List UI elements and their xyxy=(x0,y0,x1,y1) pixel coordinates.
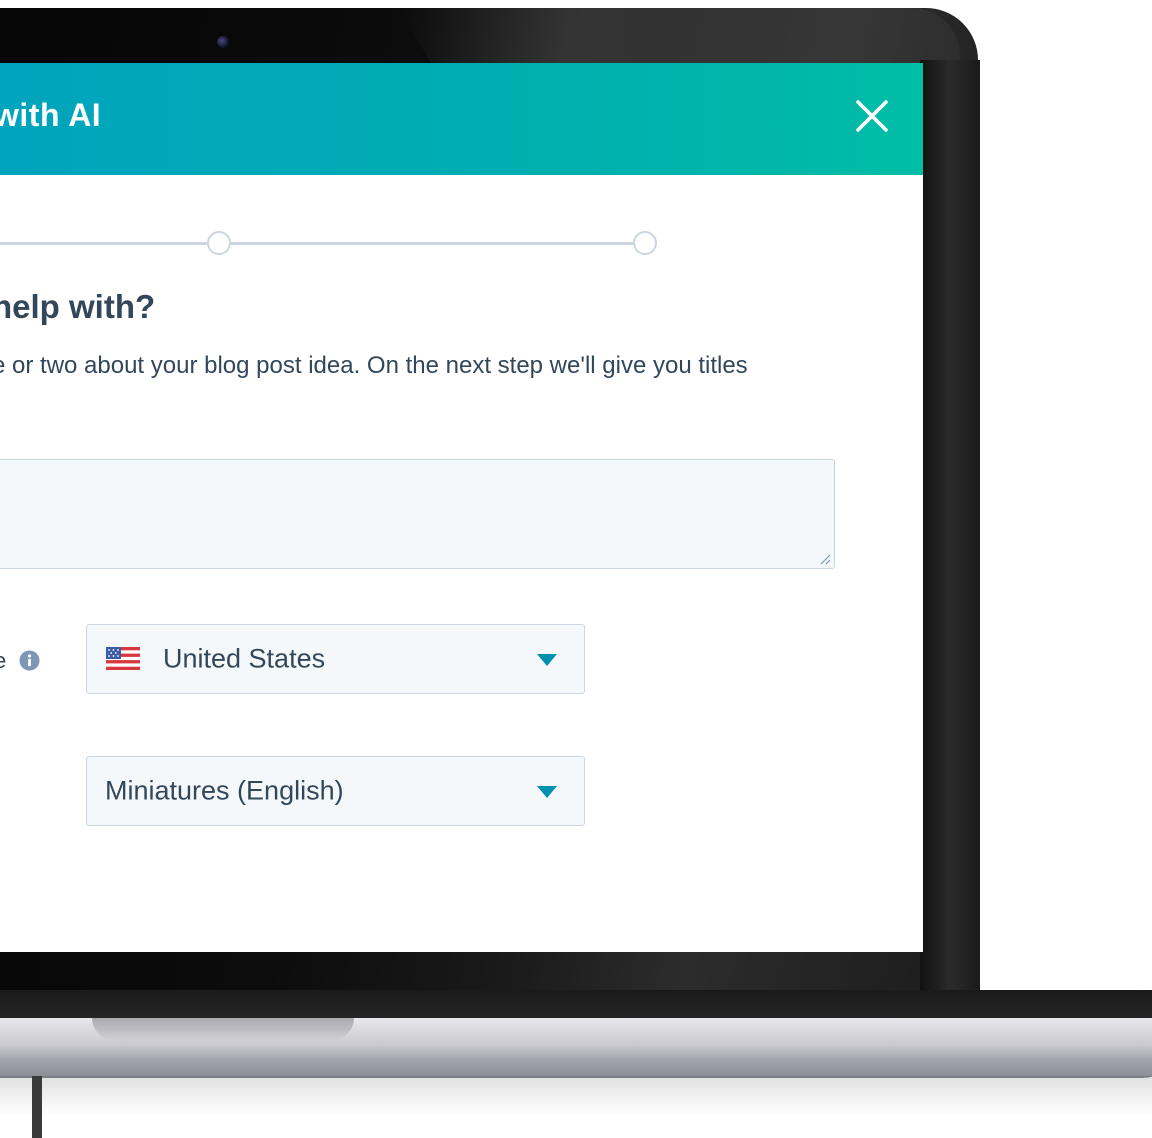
blog-idea-textarea[interactable] xyxy=(0,459,835,569)
laptop-lid-edge xyxy=(920,60,980,1008)
laptop-lid-sheen xyxy=(400,8,960,68)
dialog-title: with AI xyxy=(0,97,102,133)
us-flag-icon xyxy=(106,647,140,670)
language-select[interactable]: Miniatures (English) xyxy=(86,756,585,826)
close-button[interactable] xyxy=(850,94,894,138)
resize-handle-icon[interactable] xyxy=(819,553,831,565)
region-label: e xyxy=(0,648,7,673)
laptop-screen: with AI help with? e or two about your b… xyxy=(0,63,923,952)
webcam-icon xyxy=(217,36,229,48)
stand-bar xyxy=(32,1076,42,1138)
step-connector xyxy=(0,242,207,245)
dialog-header: with AI xyxy=(0,63,923,175)
question-help-text: e or two about your blog post idea. On t… xyxy=(0,352,748,379)
question-title: help with? xyxy=(0,288,156,325)
step-indicator-3 xyxy=(633,231,657,255)
step-connector xyxy=(231,242,633,245)
language-select-value: Miniatures (English) xyxy=(105,775,344,806)
progress-stepper xyxy=(0,231,923,261)
close-icon xyxy=(856,100,888,132)
region-select[interactable]: United States xyxy=(86,624,585,694)
info-icon[interactable] xyxy=(19,650,40,671)
chevron-down-icon xyxy=(537,654,557,666)
region-select-value: United States xyxy=(163,643,326,674)
laptop-shadow xyxy=(0,1076,1152,1116)
chevron-down-icon xyxy=(537,786,557,798)
step-indicator-2 xyxy=(207,231,231,255)
laptop-base-notch xyxy=(92,1018,354,1040)
